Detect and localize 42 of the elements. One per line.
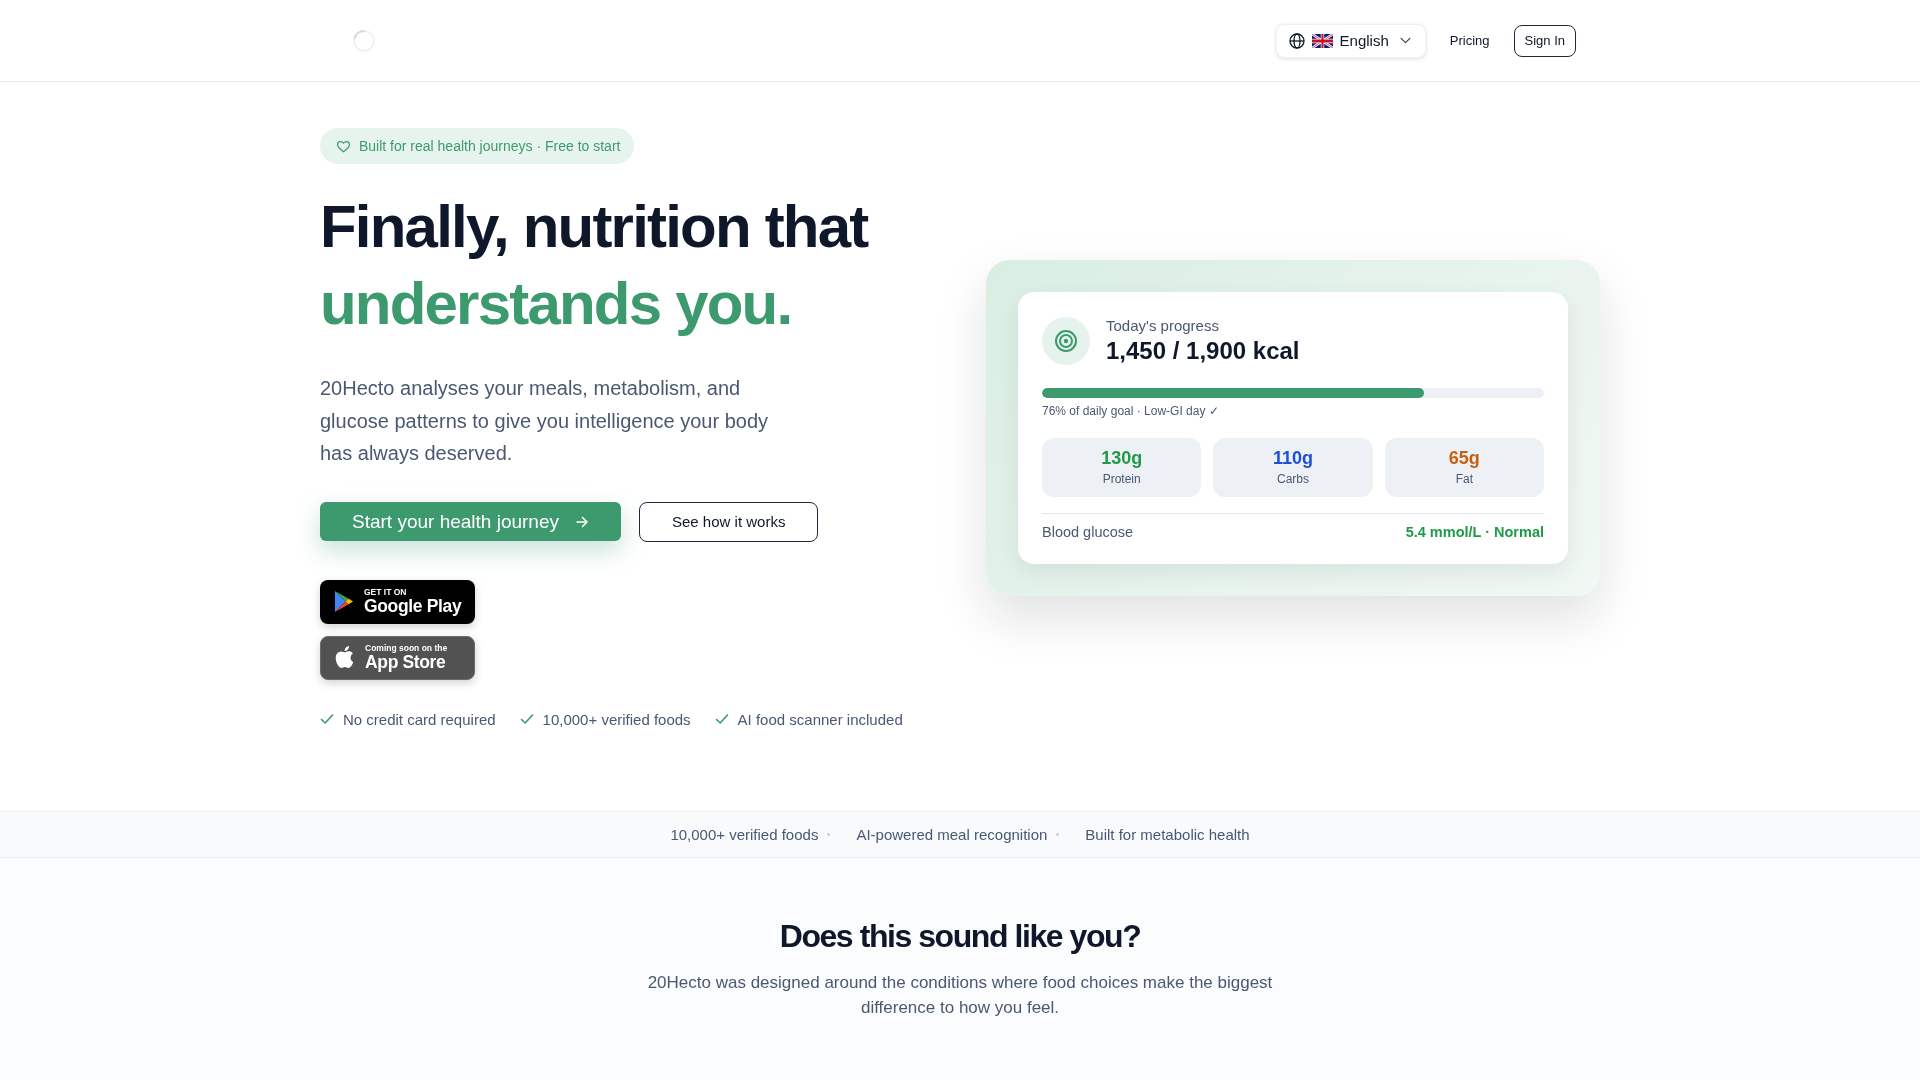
highlight-label: 10,000+ verified foods [670, 825, 819, 843]
perk-label: 10,000+ verified foods [542, 710, 691, 728]
tagline-text: Built for real health journeys · Free to start [359, 138, 621, 154]
calorie-total: 1,450 / 1,900 kcal [1106, 335, 1300, 366]
loading-spinner-icon [352, 28, 376, 53]
google-play-badge[interactable]: GET IT ON Google Play [320, 579, 475, 624]
hero-description: 20Hecto analyses your meals, metabolism, and glucose patterns to give you intelligence your body has always deserved. [320, 376, 770, 466]
card-title: Today's progress [1106, 315, 1219, 336]
target-icon [1042, 316, 1090, 365]
glucose-label: Blood glucose [1042, 522, 1134, 542]
macro-value: 110g [1272, 447, 1313, 470]
arrow-right-icon [575, 514, 589, 529]
sign-in-button[interactable]: Sign In [1513, 24, 1576, 57]
progress-caption: 76% of daily goal · Low-GI day ✓ [1042, 402, 1219, 419]
highlight-label: Built for metabolic health [1085, 825, 1250, 843]
macro-label: Protein [1102, 472, 1141, 488]
macro-value: 65g [1448, 447, 1480, 470]
perk-label: No credit card required [343, 710, 496, 728]
nav-link[interactable]: Pricing [1447, 29, 1492, 52]
language-selector[interactable]: English [1275, 23, 1426, 58]
perk-label: AI food scanner included [737, 710, 903, 728]
check-icon [519, 712, 534, 726]
separator-dot-icon [827, 832, 831, 836]
see-how-it-works-button[interactable]: See how it works [639, 501, 819, 542]
section-subtitle: 20Hecto was designed around the conditions where food choices make the biggest difference to how you feel. [646, 971, 1274, 1019]
check-icon [320, 712, 334, 726]
macro-label: Fat [1455, 472, 1473, 488]
macro-label: Carbs [1277, 472, 1309, 488]
globe-icon [1288, 32, 1305, 49]
heart-icon [336, 138, 351, 154]
check-icon [714, 712, 729, 726]
macro-value: 130g [1101, 447, 1143, 470]
section-heading: Does this sound like you? [779, 916, 1141, 956]
highlight-label: AI-powered meal recognition [856, 825, 1048, 843]
flag-icon [1311, 33, 1333, 48]
apple-icon [335, 646, 355, 669]
separator-dot-icon [1056, 832, 1060, 836]
play-triangle-icon [334, 590, 354, 613]
chevron-down-icon [1399, 37, 1411, 44]
app-store-badge[interactable]: Coming soon on the App Store [320, 635, 475, 680]
hero-headline: Finally, nutrition that understands you. [320, 192, 868, 339]
glucose-reading: 5.4 mmol/L · Normal [1405, 522, 1544, 542]
